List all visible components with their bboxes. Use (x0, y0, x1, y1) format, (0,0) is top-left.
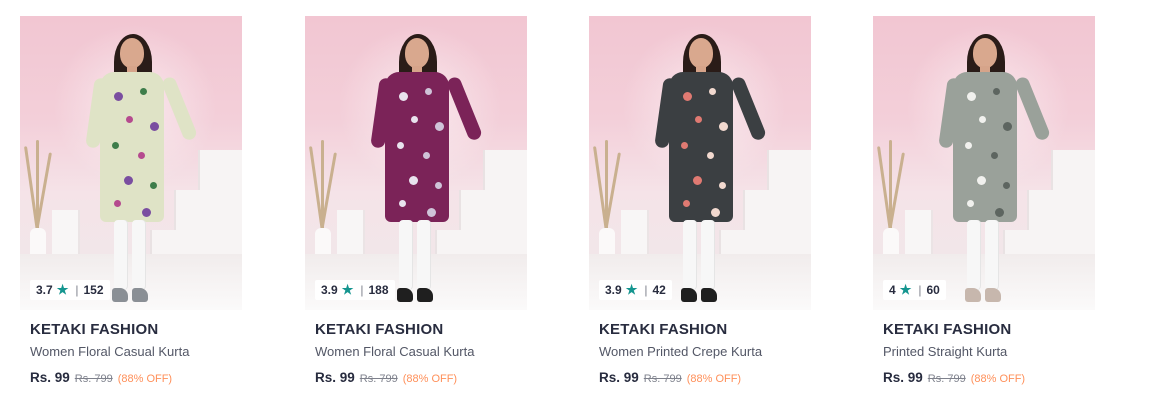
product-brand: KETAKI FASHION (883, 321, 1012, 338)
print-motif (965, 142, 972, 149)
rating-value: 3.9 (321, 283, 338, 297)
print-motif (1003, 122, 1012, 131)
print-motif (967, 92, 976, 101)
print-motif (140, 88, 147, 95)
print-motif (150, 182, 157, 189)
print-motif (719, 122, 728, 131)
product-card[interactable]: 3.9 ★ | 42 KETAKI FASHION Women Printed … (589, 16, 811, 396)
model-figure (363, 34, 484, 310)
print-motif (695, 116, 702, 123)
rating-divider: | (360, 283, 364, 297)
discounted-price: Rs. 99 (315, 370, 355, 385)
print-motif (399, 92, 408, 101)
price-row: Rs. 99 Rs. 799 (88% OFF) (30, 370, 172, 385)
print-motif (423, 152, 430, 159)
print-motif (138, 152, 145, 159)
original-price: Rs. 799 (359, 373, 398, 385)
product-image[interactable]: 4 ★ | 60 (873, 16, 1095, 310)
print-motif (435, 122, 444, 131)
star-icon: ★ (899, 282, 912, 297)
product-brand: KETAKI FASHION (599, 321, 728, 338)
product-image[interactable]: 3.9 ★ | 188 (305, 16, 527, 310)
print-motif (142, 208, 151, 217)
print-motif (683, 200, 690, 207)
discounted-price: Rs. 99 (883, 370, 923, 385)
star-icon: ★ (56, 282, 69, 297)
print-motif (683, 92, 692, 101)
price-row: Rs. 99 Rs. 799 (88% OFF) (599, 370, 741, 385)
print-motif (150, 122, 159, 131)
print-motif (114, 200, 121, 207)
discounted-price: Rs. 99 (30, 370, 70, 385)
model-figure (647, 34, 768, 310)
original-price: Rs. 799 (927, 373, 966, 385)
print-motif (977, 176, 986, 185)
print-motif (991, 152, 998, 159)
product-card[interactable]: 3.7 ★ | 152 KETAKI FASHION Women Floral … (20, 16, 242, 396)
discounted-price: Rs. 99 (599, 370, 639, 385)
print-motif (681, 142, 688, 149)
price-row: Rs. 99 Rs. 799 (88% OFF) (315, 370, 457, 385)
print-motif (979, 116, 986, 123)
product-name: Women Floral Casual Kurta (30, 344, 190, 359)
discount-percent: (88% OFF) (686, 373, 742, 385)
print-motif (409, 176, 418, 185)
print-motif (1003, 182, 1010, 189)
product-name: Women Floral Casual Kurta (315, 344, 475, 359)
product-name: Women Printed Crepe Kurta (599, 344, 763, 359)
discount-percent: (88% OFF) (402, 373, 458, 385)
original-price: Rs. 799 (74, 373, 113, 385)
rating-count: 152 (83, 283, 104, 297)
rating-badge: 4 ★ | 60 (883, 280, 946, 300)
product-card[interactable]: 3.9 ★ | 188 KETAKI FASHION Women Floral … (305, 16, 527, 396)
print-motif (126, 116, 133, 123)
original-price: Rs. 799 (643, 373, 682, 385)
rating-count: 42 (652, 283, 666, 297)
rating-value: 4 (889, 283, 896, 297)
rating-count: 188 (368, 283, 389, 297)
print-motif (707, 152, 714, 159)
product-grid: 3.7 ★ | 152 KETAKI FASHION Women Floral … (0, 0, 1151, 417)
print-motif (435, 182, 442, 189)
print-motif (693, 176, 702, 185)
product-image[interactable]: 3.7 ★ | 152 (20, 16, 242, 310)
print-motif (399, 200, 406, 207)
print-motif (719, 182, 726, 189)
print-motif (967, 200, 974, 207)
print-motif (711, 208, 720, 217)
print-motif (709, 88, 716, 95)
print-motif (112, 142, 119, 149)
discount-percent: (88% OFF) (117, 373, 173, 385)
print-motif (427, 208, 436, 217)
product-brand: KETAKI FASHION (30, 321, 159, 338)
rating-divider: | (918, 283, 922, 297)
print-motif (993, 88, 1000, 95)
print-motif (124, 176, 133, 185)
rating-value: 3.9 (605, 283, 622, 297)
print-motif (397, 142, 404, 149)
product-card[interactable]: 4 ★ | 60 KETAKI FASHION Printed Straight… (873, 16, 1095, 396)
rating-count: 60 (926, 283, 940, 297)
product-brand: KETAKI FASHION (315, 321, 444, 338)
product-name: Printed Straight Kurta (883, 344, 1008, 359)
rating-badge: 3.9 ★ | 42 (599, 280, 672, 300)
star-icon: ★ (625, 282, 638, 297)
print-motif (411, 116, 418, 123)
model-figure (78, 34, 199, 310)
rating-badge: 3.9 ★ | 188 (315, 280, 395, 300)
rating-badge: 3.7 ★ | 152 (30, 280, 110, 300)
rating-divider: | (644, 283, 648, 297)
model-figure (931, 34, 1052, 310)
product-image[interactable]: 3.9 ★ | 42 (589, 16, 811, 310)
rating-value: 3.7 (36, 283, 53, 297)
print-motif (114, 92, 123, 101)
price-row: Rs. 99 Rs. 799 (88% OFF) (883, 370, 1025, 385)
discount-percent: (88% OFF) (970, 373, 1026, 385)
star-icon: ★ (341, 282, 354, 297)
print-motif (995, 208, 1004, 217)
rating-divider: | (75, 283, 79, 297)
print-motif (425, 88, 432, 95)
